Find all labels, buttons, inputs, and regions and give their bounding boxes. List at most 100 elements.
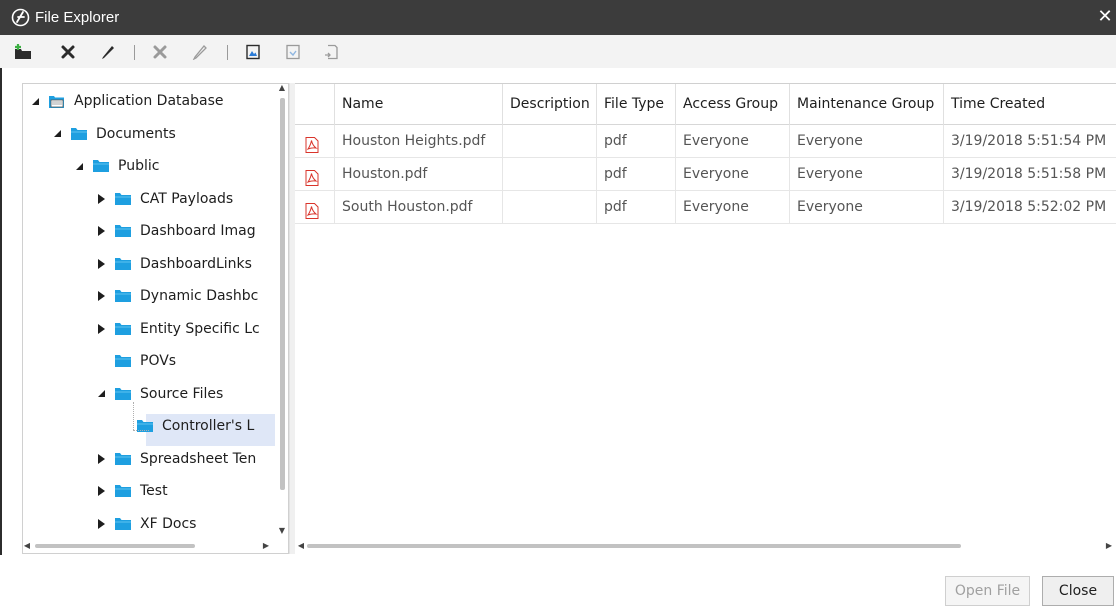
grid-cell: pdf [597, 191, 676, 224]
table-row[interactable]: Houston Heights.pdf pdf Everyone Everyone 3/… [295, 125, 1116, 158]
folder-icon [114, 387, 132, 401]
grid-cell: 3/19/2018 5:51:58 PM [944, 158, 1116, 191]
close-button[interactable]: Close [1042, 576, 1114, 606]
tree-item-label: Source Files [140, 385, 224, 402]
rename-folder-icon[interactable] [99, 43, 117, 61]
grid-cell: Everyone [790, 125, 944, 158]
pdf-icon [305, 133, 319, 153]
tree-horizontal-scroll-thumb[interactable] [35, 544, 195, 548]
export-file-icon[interactable] [323, 43, 341, 61]
toolbar-separator [227, 45, 228, 60]
close-icon[interactable]: ✕ [1096, 6, 1114, 28]
folder-icon [114, 517, 132, 531]
scroll-right-arrow-icon[interactable]: ▶ [262, 542, 270, 550]
grid-column-header[interactable]: Maintenance Group [790, 84, 944, 125]
collapsed-arrow-icon[interactable] [97, 226, 106, 236]
tree-item[interactable]: Entity Specific Lc [23, 313, 288, 345]
collapsed-arrow-icon[interactable] [97, 453, 106, 464]
tree-item[interactable]: Test [23, 475, 288, 507]
scroll-up-arrow-icon[interactable]: ▲ [278, 84, 286, 92]
collapsed-arrow-icon[interactable] [97, 291, 106, 301]
tree-item[interactable]: CAT Payloads [23, 183, 288, 215]
tree-connector-line [133, 402, 134, 430]
tree-item[interactable]: Application Database [23, 85, 288, 117]
tree-item-label: POVs [140, 353, 177, 369]
tree-item-label: Entity Specific Lc [140, 320, 260, 337]
tree-item-label: Controller's L [162, 418, 255, 434]
toolbar [0, 35, 1116, 68]
collapsed-arrow-icon[interactable] [97, 486, 106, 496]
tree-item[interactable]: Source Files [23, 378, 288, 410]
title-bar: File Explorer ✕ [0, 0, 1116, 35]
tree-item[interactable]: Dashboard Imag [23, 215, 288, 247]
expanded-arrow-icon[interactable] [97, 389, 106, 399]
delete-folder-icon[interactable] [59, 43, 77, 61]
expanded-arrow-icon[interactable] [75, 161, 84, 171]
rename-file-icon[interactable] [191, 43, 209, 61]
new-folder-icon[interactable] [14, 43, 32, 61]
folder-icon [114, 192, 132, 206]
scroll-right-arrow-icon[interactable]: ▶ [1105, 542, 1113, 550]
grid-column-header[interactable]: Name [335, 84, 503, 125]
toolbar-separator [134, 45, 135, 60]
folder-icon [92, 159, 110, 173]
grid-cell: Everyone [676, 158, 790, 191]
download-file-icon[interactable] [284, 43, 302, 61]
pdf-icon [305, 166, 319, 186]
tree-item[interactable]: POVs [23, 345, 288, 377]
window-left-border [0, 68, 2, 611]
tree-item-label: Dashboard Imag [140, 223, 256, 239]
grid-cell [503, 125, 597, 158]
grid-column-header[interactable]: Access Group [676, 84, 790, 125]
grid-cell [503, 158, 597, 191]
folder-icon [70, 127, 88, 141]
collapsed-arrow-icon[interactable] [97, 323, 106, 334]
file-grid: Name Description File Type Access Group Main… [295, 83, 1116, 554]
folder-icon [114, 354, 132, 368]
collapsed-arrow-icon[interactable] [97, 193, 106, 204]
table-row[interactable]: Houston.pdf pdf Everyone Everyone 3/19/2018 … [295, 158, 1116, 191]
grid-column-header[interactable]: File Type [597, 84, 676, 125]
tree-item[interactable]: Documents [23, 118, 288, 150]
expanded-arrow-icon[interactable] [31, 96, 40, 106]
expanded-arrow-icon[interactable] [53, 129, 62, 139]
grid-cell: South Houston.pdf [335, 191, 503, 224]
grid-horizontal-scrollbar[interactable]: ◀ ▶ [295, 539, 1116, 553]
scroll-down-arrow-icon[interactable]: ▼ [278, 527, 286, 535]
tree-item-label: Spreadsheet Ten [140, 450, 257, 467]
tree-item[interactable]: Dynamic Dashbc [23, 280, 288, 312]
tree-item[interactable]: DashboardLinks [23, 248, 288, 280]
grid-icon-cell [295, 191, 335, 224]
grid-cell [503, 191, 597, 224]
grid-cell: Everyone [790, 158, 944, 191]
collapsed-arrow-icon[interactable] [97, 258, 106, 269]
tree-horizontal-scrollbar[interactable]: ◀ ▶ [23, 539, 275, 553]
tree-item[interactable]: Public [23, 150, 288, 182]
tree-item[interactable]: XF Docs [23, 508, 288, 540]
folder-icon [114, 484, 132, 498]
folder-tree[interactable]: Application Database Documents Public CAT P… [22, 83, 289, 554]
tree-item-label: Test [140, 483, 168, 499]
grid-cell: Everyone [790, 191, 944, 224]
tree-vertical-scrollbar[interactable]: ▲ ▼ [275, 84, 288, 539]
grid-column-header[interactable]: Description [503, 84, 597, 125]
open-file-button[interactable]: Open File [945, 576, 1030, 606]
grid-horizontal-scroll-thumb[interactable] [307, 544, 961, 548]
upload-image-icon[interactable] [244, 43, 262, 61]
tree-vertical-scroll-thumb[interactable] [280, 98, 285, 490]
tree-item[interactable]: Spreadsheet Ten [23, 443, 288, 475]
delete-file-icon[interactable] [151, 43, 169, 61]
grid-icon-cell [295, 158, 335, 191]
scroll-left-arrow-icon[interactable]: ◀ [23, 542, 31, 550]
scroll-left-arrow-icon[interactable]: ◀ [297, 542, 305, 550]
file-explorer-window: File Explorer ✕ Application Database Doc… [0, 0, 1116, 611]
tree-item[interactable]: Controller's L [23, 410, 288, 442]
grid-column-header[interactable]: Time Created [944, 84, 1116, 125]
table-row[interactable]: South Houston.pdf pdf Everyone Everyone 3/19… [295, 191, 1116, 224]
grid-icon-cell [295, 125, 335, 158]
grid-header-icon-column [295, 84, 335, 125]
folder-icon [114, 224, 132, 238]
folder-icon [114, 289, 132, 303]
grid-cell: pdf [597, 158, 676, 191]
collapsed-arrow-icon[interactable] [97, 518, 106, 529]
